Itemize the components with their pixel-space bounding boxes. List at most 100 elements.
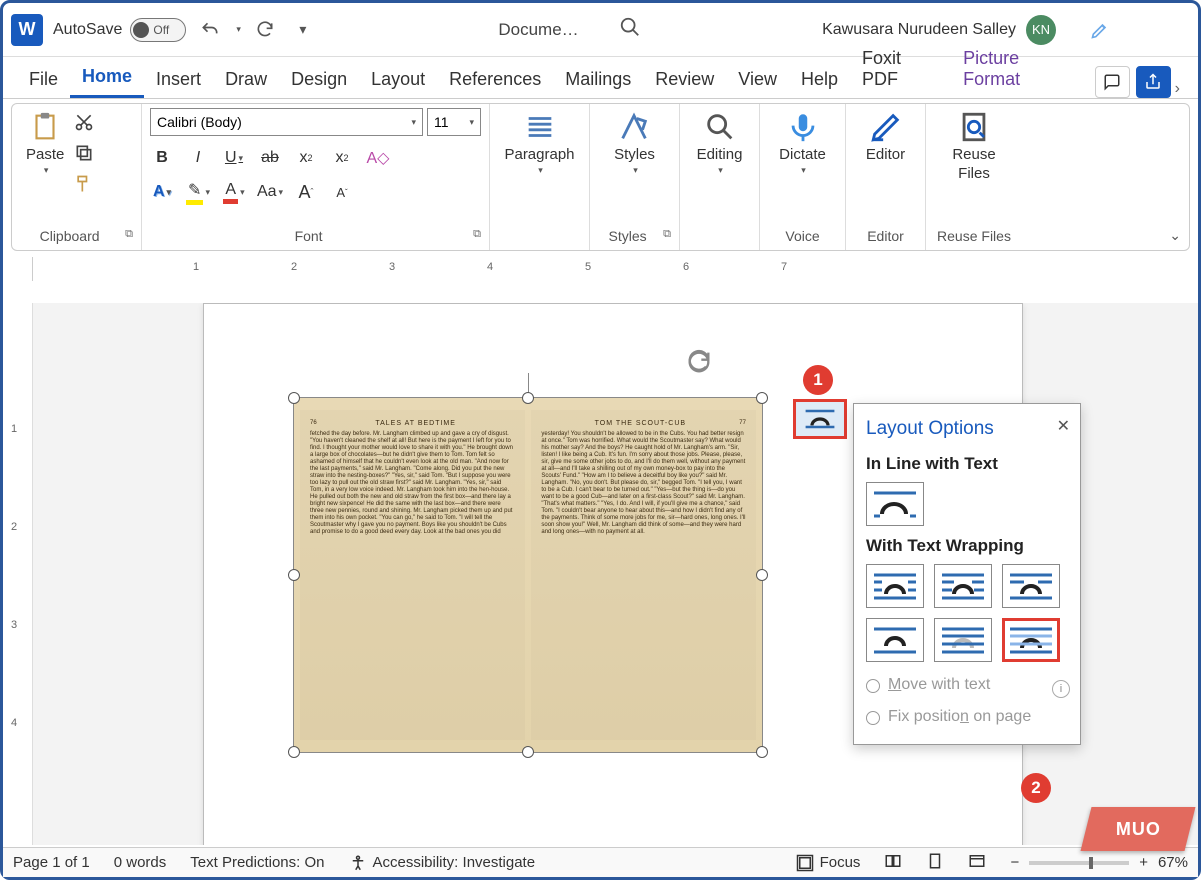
zoom-in-button[interactable]: +: [1139, 854, 1148, 871]
wrap-infront-option[interactable]: [1002, 618, 1060, 662]
resize-handle-s[interactable]: [522, 746, 534, 758]
wrap-inline-option[interactable]: [866, 482, 924, 526]
vertical-ruler[interactable]: 1234: [3, 303, 33, 845]
font-color-button[interactable]: A▾: [222, 180, 246, 204]
close-icon[interactable]: ✕: [1057, 416, 1070, 436]
resize-handle-nw[interactable]: [288, 392, 300, 404]
tab-foxit[interactable]: Foxit PDF: [850, 42, 951, 98]
paragraph-button[interactable]: Paragraph▾: [498, 108, 580, 178]
styles-group-label: Styles: [609, 228, 647, 244]
redo-button[interactable]: [251, 16, 279, 44]
undo-dropdown-icon[interactable]: ▾: [236, 24, 241, 35]
change-case-button[interactable]: Aa▾: [258, 180, 282, 204]
fix-position-radio[interactable]: Fix position on page: [866, 708, 1068, 726]
strikethrough-button[interactable]: ab: [258, 146, 282, 170]
status-predictions[interactable]: Text Predictions: On: [190, 854, 324, 871]
autosave-toggle[interactable]: Off: [130, 18, 186, 42]
layout-options-panel: Layout Options ✕ In Line with Text With …: [853, 403, 1081, 745]
resize-handle-n[interactable]: [522, 392, 534, 404]
move-with-text-radio[interactable]: Move with text: [866, 676, 1068, 694]
clear-formatting-button[interactable]: A◇: [366, 146, 390, 170]
cut-icon[interactable]: [74, 112, 94, 137]
print-layout-icon[interactable]: [926, 852, 944, 874]
tab-file[interactable]: File: [17, 63, 70, 98]
wrap-behind-option[interactable]: [934, 618, 992, 662]
selected-image[interactable]: 76TALES AT BEDTIME fetched the day befor…: [293, 397, 763, 753]
tab-insert[interactable]: Insert: [144, 63, 213, 98]
status-words[interactable]: 0 words: [114, 854, 167, 871]
reuse-files-button[interactable]: Reuse Files: [946, 108, 1001, 184]
autosave-label: AutoSave: [53, 21, 122, 39]
search-icon[interactable]: [619, 16, 641, 43]
tab-home[interactable]: Home: [70, 60, 144, 98]
comments-button[interactable]: [1095, 66, 1130, 98]
tab-design[interactable]: Design: [279, 63, 359, 98]
paste-button[interactable]: Paste ▾: [20, 108, 70, 178]
status-accessibility[interactable]: Accessibility: Investigate: [349, 854, 536, 872]
clipboard-launcher-icon[interactable]: ⧉: [125, 228, 133, 241]
font-name-value: Calibri (Body): [157, 114, 242, 130]
tab-references[interactable]: References: [437, 63, 553, 98]
font-name-combo[interactable]: Calibri (Body)▾: [150, 108, 423, 136]
format-painter-icon[interactable]: [74, 174, 94, 199]
italic-button[interactable]: I: [186, 146, 210, 170]
wrap-topbottom-option[interactable]: [866, 618, 924, 662]
status-page[interactable]: Page 1 of 1: [13, 854, 90, 871]
tab-picture-format[interactable]: Picture Format: [951, 42, 1089, 98]
tabs-overflow-icon[interactable]: ›: [1171, 80, 1185, 98]
move-with-text-label: Move with text: [888, 676, 990, 694]
customize-qat-icon[interactable]: ▾: [289, 16, 317, 44]
rotate-handle-icon[interactable]: [685, 348, 713, 381]
focus-mode-button[interactable]: Focus: [796, 854, 861, 872]
collapse-ribbon-icon[interactable]: ⌄: [1169, 227, 1181, 244]
styles-button[interactable]: Styles▾: [608, 108, 661, 178]
autosave-control[interactable]: AutoSave Off: [53, 18, 186, 42]
resize-handle-sw[interactable]: [288, 746, 300, 758]
tab-review[interactable]: Review: [643, 63, 726, 98]
font-launcher-icon[interactable]: ⧉: [473, 228, 481, 241]
text-effects-button[interactable]: A▾: [150, 180, 174, 204]
drawing-toggle-icon[interactable]: [1086, 16, 1114, 44]
muo-watermark: MUO: [1081, 807, 1196, 851]
font-size-combo[interactable]: 11▾: [427, 108, 481, 136]
superscript-button[interactable]: x2: [330, 146, 354, 170]
underline-button[interactable]: U▾: [222, 146, 246, 170]
editing-button[interactable]: Editing▾: [691, 108, 749, 178]
wrap-square-option[interactable]: [866, 564, 924, 608]
tab-help[interactable]: Help: [789, 63, 850, 98]
wrap-tight-option[interactable]: [934, 564, 992, 608]
shrink-font-button[interactable]: Aˇ: [330, 180, 354, 204]
share-button[interactable]: [1136, 66, 1171, 98]
info-icon[interactable]: i: [1052, 680, 1070, 698]
layout-options-float-button[interactable]: [793, 399, 847, 439]
undo-button[interactable]: [196, 16, 224, 44]
read-mode-icon[interactable]: [884, 852, 902, 874]
zoom-value[interactable]: 67%: [1158, 854, 1188, 871]
annotation-badge-2: 2: [1021, 773, 1051, 803]
resize-handle-ne[interactable]: [756, 392, 768, 404]
resize-handle-e[interactable]: [756, 569, 768, 581]
tab-view[interactable]: View: [726, 63, 789, 98]
tab-layout[interactable]: Layout: [359, 63, 437, 98]
resize-handle-w[interactable]: [288, 569, 300, 581]
copy-icon[interactable]: [74, 143, 94, 168]
user-account[interactable]: Kawusara Nurudeen Salley KN: [822, 15, 1056, 45]
document-title[interactable]: Docume…: [498, 20, 578, 40]
bold-button[interactable]: B: [150, 146, 174, 170]
resize-handle-se[interactable]: [756, 746, 768, 758]
highlight-button[interactable]: ✎▾: [186, 180, 210, 204]
tab-mailings[interactable]: Mailings: [553, 63, 643, 98]
zoom-slider[interactable]: [1029, 861, 1129, 865]
tab-draw[interactable]: Draw: [213, 63, 279, 98]
web-layout-icon[interactable]: [968, 852, 986, 874]
subscript-button[interactable]: x2: [294, 146, 318, 170]
document-canvas[interactable]: 76TALES AT BEDTIME fetched the day befor…: [33, 303, 1198, 845]
dictate-button[interactable]: Dictate▾: [773, 108, 832, 178]
wrap-through-option[interactable]: [1002, 564, 1060, 608]
reuse-group-label: Reuse Files: [934, 228, 1014, 246]
editor-button[interactable]: Editor: [860, 108, 911, 165]
horizontal-ruler[interactable]: 1234567: [3, 257, 1198, 281]
grow-font-button[interactable]: Aˆ: [294, 180, 318, 204]
styles-launcher-icon[interactable]: ⧉: [663, 228, 671, 241]
zoom-out-button[interactable]: −: [1010, 854, 1019, 871]
